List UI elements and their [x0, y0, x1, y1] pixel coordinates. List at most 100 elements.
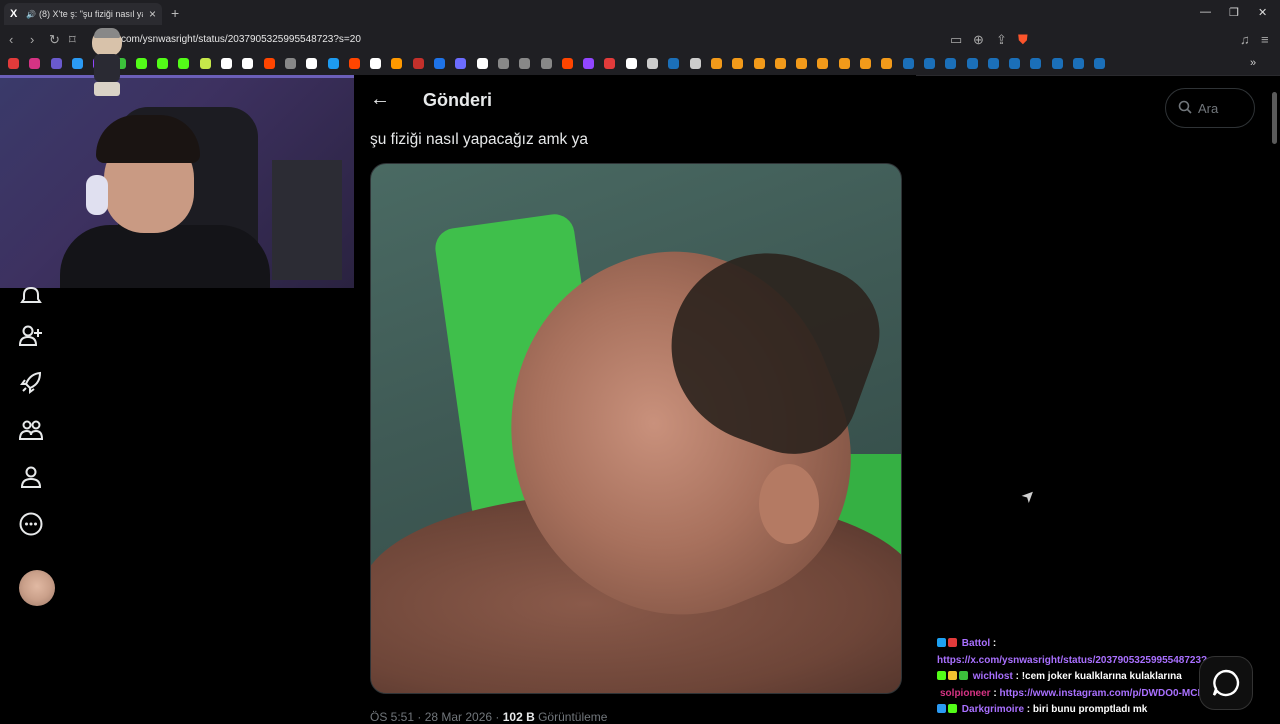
account-avatar[interactable]: [19, 570, 55, 606]
rocket-icon[interactable]: [18, 370, 44, 396]
bookmark-favicon-icon[interactable]: [796, 58, 808, 69]
bookmark-favicon-icon[interactable]: [455, 58, 467, 69]
active-tab[interactable]: X 🔊 (8) X'te ş: "şu fiziği nasıl yapa ×: [4, 3, 162, 25]
chat-text[interactable]: https://www.instagram.com/p/DWDO0-MCNso: [999, 688, 1216, 699]
webcam-overlay: [0, 75, 354, 288]
bookmark-favicon-icon[interactable]: [583, 58, 595, 69]
bookmark-favicon-icon[interactable]: [540, 58, 552, 69]
views-label: Görüntüleme: [534, 710, 608, 724]
bookmark-favicon-icon[interactable]: [732, 58, 744, 69]
back-arrow-icon[interactable]: ←: [370, 88, 390, 111]
bookmark-favicon-icon[interactable]: [987, 58, 999, 69]
bookmark-favicon-icon[interactable]: [1073, 58, 1084, 69]
bell-icon[interactable]: [18, 283, 44, 309]
post-text: şu fiziği nasıl yapacağız amk ya: [370, 131, 588, 148]
bookmark-favicon-icon[interactable]: [1009, 58, 1021, 69]
bookmark-favicon-icon[interactable]: [753, 58, 765, 69]
reload-icon[interactable]: ↻: [49, 32, 60, 48]
bookmark-favicon-icon[interactable]: [923, 58, 935, 69]
bookmark-favicon-icon[interactable]: [1051, 58, 1063, 69]
bookmark-favicon-icon[interactable]: [817, 58, 829, 69]
cast-icon[interactable]: ▭: [950, 32, 962, 48]
man-ear: [759, 464, 819, 544]
share-icon[interactable]: ⇪: [996, 32, 1007, 48]
bookmark-favicon-icon[interactable]: [370, 58, 382, 69]
page-scrollbar[interactable]: [1272, 92, 1277, 144]
close-tab-icon[interactable]: ×: [149, 7, 156, 21]
bookmark-favicon-icon[interactable]: [561, 58, 573, 69]
bookmark-favicon-icon[interactable]: [945, 58, 957, 69]
bookmark-favicon-icon[interactable]: [966, 58, 978, 69]
chat-badge-icon: [948, 638, 957, 647]
bookmark-favicon-icon[interactable]: [497, 58, 509, 69]
brave-shield-icon[interactable]: ⛊: [1018, 32, 1028, 48]
bookmark-favicon-icon[interactable]: [157, 58, 169, 69]
chat-badge-icon: [937, 638, 946, 647]
follow-icon[interactable]: [18, 323, 44, 349]
bookmark-favicon-icon[interactable]: [348, 58, 360, 69]
bookmark-favicon-icon[interactable]: [647, 58, 658, 69]
maximize-button[interactable]: ❐: [1229, 6, 1239, 19]
back-nav-icon[interactable]: ‹: [9, 32, 13, 47]
tab-strip: X 🔊 (8) X'te ş: "şu fiziği nasıl yapa × …: [0, 0, 1280, 27]
chat-badge-icon: [959, 671, 968, 680]
bookmark-favicon-icon[interactable]: [881, 58, 893, 69]
bookmark-favicon-icon[interactable]: [327, 58, 339, 69]
bookmark-favicon-icon[interactable]: [838, 58, 850, 69]
bookmark-icon[interactable]: ⌑: [69, 32, 76, 48]
bookmark-favicon-icon[interactable]: [306, 58, 318, 69]
chat-badge-icon: [948, 704, 957, 713]
search-box[interactable]: Ara: [1165, 88, 1255, 128]
more-bookmarks-icon[interactable]: »: [1250, 57, 1256, 69]
zoom-icon[interactable]: ⊕: [973, 32, 984, 48]
menu-icon[interactable]: ≡: [1261, 32, 1269, 47]
bookmark-favicon-icon[interactable]: [476, 58, 488, 69]
bookmark-favicon-icon[interactable]: [519, 58, 531, 69]
minimize-button[interactable]: —: [1200, 6, 1211, 18]
bookmark-favicon-icon[interactable]: [1030, 58, 1042, 69]
bookmark-favicon-icon[interactable]: [71, 58, 83, 69]
bookmark-favicon-icon[interactable]: [710, 58, 722, 69]
timestamp-text: ÖS 5:51 · 28 Mar 2026 ·: [370, 710, 503, 724]
navigation-bar: ‹ › ⌑ ↻ com/ysnwasright/status/203790532…: [0, 27, 1280, 53]
profile-icon[interactable]: [18, 464, 44, 490]
chat-text: !cem joker kualklarına kulaklarına: [1021, 671, 1182, 682]
close-window-button[interactable]: ✕: [1258, 6, 1267, 19]
address-bar[interactable]: com/ysnwasright/status/20379053259955487…: [121, 34, 361, 45]
bookmark-favicon-icon[interactable]: [391, 58, 403, 69]
bookmark-favicon-icon[interactable]: [284, 58, 296, 69]
chat-badge-icon: [937, 671, 946, 680]
bookmark-favicon-icon[interactable]: [774, 58, 786, 69]
bookmark-favicon-icon[interactable]: [902, 58, 914, 69]
bookmark-favicon-icon[interactable]: [135, 58, 147, 69]
bookmark-favicon-icon[interactable]: [50, 58, 62, 69]
bookmark-favicon-icon[interactable]: [689, 58, 701, 69]
media-icon[interactable]: ♫: [1240, 32, 1250, 47]
bookmark-favicon-icon[interactable]: [625, 58, 637, 69]
bookmark-favicon-icon[interactable]: [1094, 58, 1106, 69]
bookmark-favicon-icon[interactable]: [199, 58, 211, 69]
forward-nav-icon[interactable]: ›: [30, 32, 34, 47]
bookmark-favicon-icon[interactable]: [29, 58, 41, 69]
bookmark-favicon-icon[interactable]: [263, 58, 275, 69]
communities-icon[interactable]: [18, 417, 44, 443]
bookmark-favicon-icon[interactable]: [221, 58, 232, 69]
chat-badge-icon: [937, 704, 946, 713]
bookmark-favicon-icon[interactable]: [860, 58, 871, 69]
post-media-video[interactable]: [370, 163, 902, 694]
more-icon[interactable]: [18, 511, 44, 537]
speaker-icon[interactable]: 🔊: [26, 10, 36, 19]
bookmark-favicon-icon[interactable]: [668, 58, 680, 69]
bookmark-favicon-icon[interactable]: [8, 58, 19, 69]
new-tab-button[interactable]: +: [171, 5, 179, 21]
bookmark-favicon-icon[interactable]: [412, 58, 424, 69]
bookmark-favicon-icon[interactable]: [434, 58, 445, 69]
bookmark-favicon-icon[interactable]: [604, 58, 616, 69]
views-count: 102 B: [502, 710, 535, 724]
bookmark-favicon-icon[interactable]: [178, 58, 190, 69]
bookmark-favicon-icon[interactable]: [242, 58, 254, 69]
chat-text: biri bunu promptladı mk: [1032, 704, 1148, 715]
chat-text[interactable]: https://x.com/ysnwasright/status/2037905…: [937, 655, 1230, 666]
messages-fab-button[interactable]: [1199, 656, 1253, 710]
background-shelf: [272, 160, 342, 280]
